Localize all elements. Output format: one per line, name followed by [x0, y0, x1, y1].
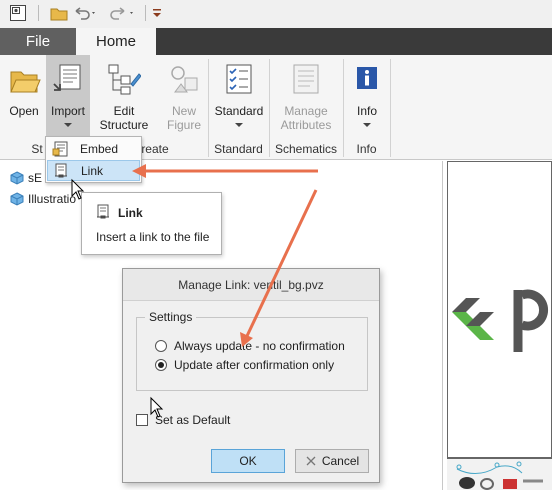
link-tooltip: Link Insert a link to the file — [81, 192, 222, 255]
group-label-schematics: Schematics — [274, 142, 338, 156]
group-label-standard: Standard — [214, 142, 263, 156]
radio-update-confirm[interactable]: Update after confirmation only — [155, 357, 334, 373]
standard-label: Standard — [214, 104, 264, 118]
redo-icon[interactable] — [110, 3, 136, 23]
tooltip-description: Insert a link to the file — [96, 230, 210, 244]
group-label-structure: St — [31, 142, 43, 156]
open-folder-icon[interactable] — [48, 3, 70, 23]
cube-icon — [10, 192, 24, 206]
menu-item-embed-label: Embed — [80, 141, 119, 156]
info-label: Info — [356, 104, 377, 118]
customize-toolbar-icon[interactable] — [150, 3, 164, 23]
radio-always-label: Always update - no confirmation — [174, 339, 345, 353]
settings-groupbox: Settings Always update - no confirmation… — [136, 310, 368, 391]
tooltip-title: Link — [118, 206, 143, 220]
group-label-create: reate — [141, 142, 169, 156]
import-dropdown-menu: Embed Link — [45, 136, 142, 183]
info-icon — [357, 67, 377, 89]
edit-structure-label-1: Edit — [113, 104, 135, 118]
settings-label: Settings — [145, 310, 197, 324]
link-icon — [97, 204, 109, 219]
edit-structure-button[interactable]: Edit Structure — [98, 55, 150, 137]
import-dropdown-caret — [64, 123, 72, 127]
new-figure-button[interactable]: New Figure — [162, 55, 206, 137]
menu-item-embed[interactable]: Embed — [47, 138, 140, 159]
manage-link-dialog: Manage Link: ventil_bg.pvz Settings Alwa… — [122, 268, 380, 483]
tree-item-1-label: sE — [28, 171, 43, 185]
link-icon — [55, 163, 67, 177]
tree-item-2[interactable]: Illustratio — [10, 190, 76, 208]
ptc-logo — [452, 289, 548, 352]
tab-file[interactable]: File — [0, 28, 76, 55]
cube-icon — [10, 171, 24, 185]
standard-dropdown-caret — [235, 123, 243, 127]
radio-always-update[interactable]: Always update - no confirmation — [155, 338, 345, 354]
manage-attributes-label-1: Manage — [284, 104, 328, 118]
tree-item-2-label: Illustratio — [28, 192, 77, 206]
menu-item-link[interactable]: Link — [47, 160, 140, 181]
tab-home[interactable]: Home — [76, 28, 156, 55]
tree-item-1[interactable]: sE — [10, 169, 42, 187]
cancel-label: Cancel — [321, 454, 360, 468]
model-thumbnail-icon — [456, 461, 543, 490]
manage-attributes-label-2: Attributes — [280, 118, 332, 132]
open-folder-icon — [10, 71, 41, 93]
app-menu-icon[interactable] — [7, 3, 29, 23]
info-dropdown-caret — [363, 123, 371, 127]
edit-structure-label-2: Structure — [99, 118, 149, 132]
ok-button[interactable]: OK — [211, 449, 285, 473]
import-icon — [53, 64, 81, 91]
manage-attributes-icon — [293, 64, 319, 94]
dialog-title: Manage Link: ventil_bg.pvz — [123, 269, 379, 301]
quick-access-toolbar — [0, 0, 552, 28]
manage-attributes-button[interactable]: Manage Attributes — [273, 55, 339, 137]
undo-icon[interactable] — [72, 3, 98, 23]
set-as-default-checkbox[interactable] — [136, 414, 148, 426]
set-as-default-label: Set as Default — [155, 413, 231, 427]
menu-item-link-label: Link — [81, 163, 104, 178]
viewport-3d[interactable] — [447, 161, 552, 458]
import-label: Import — [50, 104, 85, 118]
checklist-icon — [226, 64, 252, 94]
cancel-button[interactable]: Cancel — [295, 449, 369, 473]
new-figure-label-2: Figure — [166, 118, 201, 132]
edit-structure-icon — [108, 64, 141, 95]
close-icon — [306, 456, 316, 466]
embed-icon — [52, 141, 68, 156]
radio-button-always[interactable] — [155, 340, 167, 352]
radio-button-confirm[interactable] — [155, 359, 167, 371]
group-label-info: Info — [356, 142, 377, 156]
new-figure-icon — [171, 66, 198, 93]
info-button[interactable]: Info — [347, 55, 387, 137]
viewport-thumbnail-strip — [447, 458, 552, 490]
set-as-default-checkbox-row[interactable]: Set as Default — [136, 412, 230, 428]
open-label: Open — [9, 104, 39, 118]
open-button[interactable]: Open — [4, 55, 44, 137]
radio-confirm-label: Update after confirmation only — [174, 358, 335, 372]
new-figure-label-1: New — [171, 104, 196, 118]
standard-button[interactable]: Standard — [212, 55, 266, 137]
